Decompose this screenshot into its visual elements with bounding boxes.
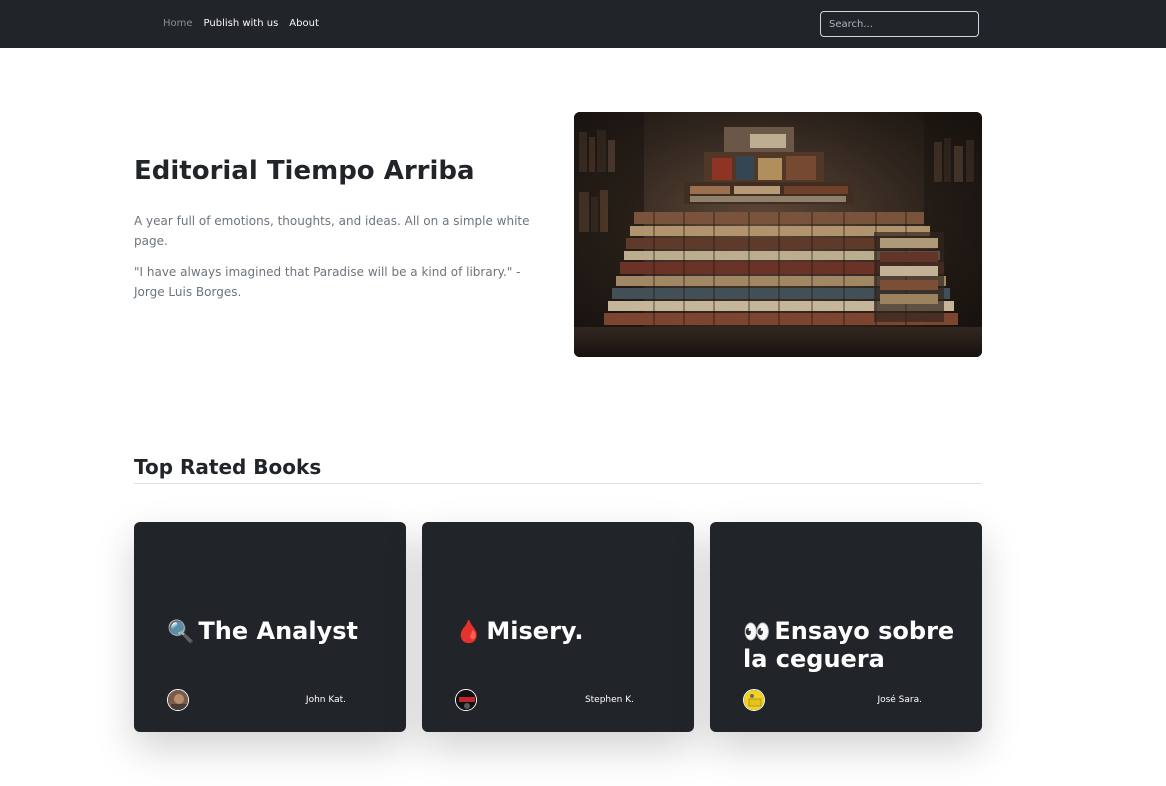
- nav-link-home[interactable]: Home: [163, 17, 193, 31]
- book-title-text: Ensayo sobre la ceguera: [743, 617, 955, 673]
- page-title: Editorial Tiempo Arriba: [134, 156, 475, 186]
- eyes-emoji-icon: 👀: [743, 620, 771, 645]
- magnifier-emoji-icon: 🔍: [167, 620, 195, 645]
- book-card-the-analyst[interactable]: 🔍 The Analyst John Kat.: [134, 522, 406, 732]
- author-avatar: [455, 689, 477, 711]
- hero-bookshelf-image: [574, 112, 982, 357]
- nav-link-publish[interactable]: Publish with us: [204, 17, 279, 31]
- author-avatar: [743, 689, 765, 711]
- author-name: John Kat.: [305, 695, 346, 705]
- book-card-misery[interactable]: 🩸 Misery. Stephen K.: [422, 522, 694, 732]
- section-divider: [134, 483, 982, 484]
- section-title: Top Rated Books: [134, 455, 322, 479]
- nav-link-about[interactable]: About: [289, 17, 319, 31]
- author-avatar: [167, 689, 189, 711]
- book-title[interactable]: 🔍 The Analyst: [167, 618, 392, 646]
- book-title-text: Misery.: [486, 617, 584, 645]
- author-name: Stephen K.: [584, 695, 634, 705]
- hero-lead-text: A year full of emotions, thoughts, and i…: [134, 214, 530, 248]
- book-title[interactable]: 🩸 Misery.: [455, 618, 680, 646]
- search-input[interactable]: [820, 11, 979, 37]
- book-title[interactable]: 👀 Ensayo sobre la ceguera: [743, 618, 968, 673]
- author-name: José Sara.: [877, 695, 922, 705]
- hero-quote-text: "I have always imagined that Paradise wi…: [134, 265, 521, 299]
- nav-links: Home Publish with us About: [163, 17, 319, 31]
- blood-drop-emoji-icon: 🩸: [455, 620, 483, 645]
- book-card-ensayo-sobre-la-ceguera[interactable]: 👀 Ensayo sobre la ceguera José Sara.: [710, 522, 982, 732]
- navbar: Home Publish with us About: [0, 0, 1166, 48]
- book-title-text: The Analyst: [198, 617, 358, 645]
